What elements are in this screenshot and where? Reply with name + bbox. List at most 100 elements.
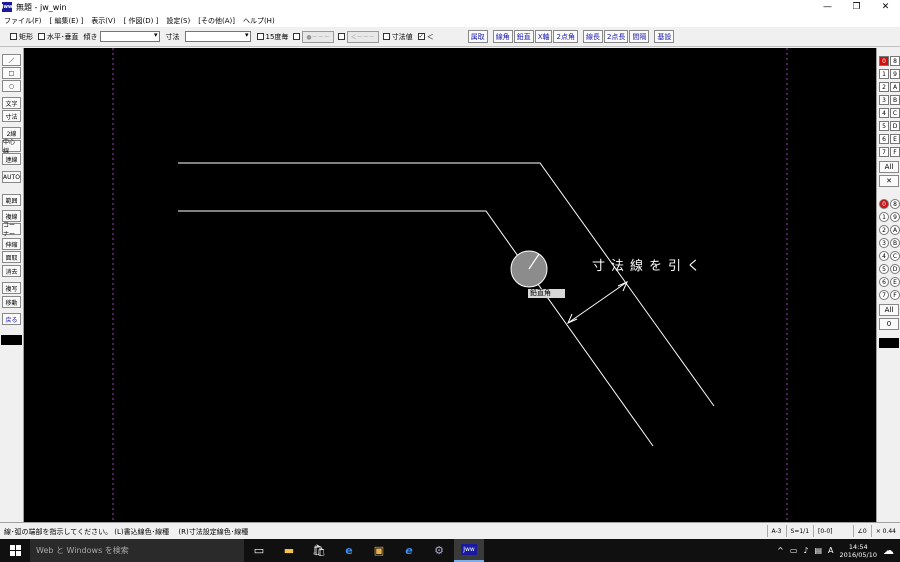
- file-explorer-icon[interactable]: ▬: [274, 539, 304, 562]
- close-button[interactable]: ✕: [871, 0, 900, 14]
- line-type-indicator[interactable]: [1, 335, 22, 345]
- layer-group-button[interactable]: 9: [890, 212, 900, 222]
- tilt-combo[interactable]: [99, 31, 160, 42]
- line-color-indicator[interactable]: [879, 338, 899, 348]
- start-button[interactable]: [0, 539, 30, 562]
- layer-button[interactable]: 3: [879, 95, 889, 105]
- layer-button[interactable]: 1: [879, 69, 889, 79]
- group-zero-button[interactable]: 0: [879, 318, 899, 330]
- rect-checkbox[interactable]: [10, 33, 17, 40]
- layer-button[interactable]: 2: [879, 82, 889, 92]
- text-tool-button[interactable]: 文字: [2, 97, 21, 109]
- volume-icon[interactable]: ♪: [803, 546, 808, 555]
- edge-icon[interactable]: e: [334, 539, 364, 562]
- taskbar-search-box[interactable]: Web と Windows を検索: [30, 539, 244, 562]
- center-line-tool-button[interactable]: 中心線: [2, 139, 21, 155]
- layer-group-button[interactable]: 5: [879, 264, 889, 274]
- layer-group-button[interactable]: 2: [879, 225, 889, 235]
- zoom-field[interactable]: × 0.44: [870, 525, 900, 537]
- line-angle-button[interactable]: 線角: [492, 30, 513, 43]
- layer-group-button[interactable]: 6: [879, 277, 889, 287]
- minimize-button[interactable]: —: [813, 0, 842, 14]
- weather-cloud-icon[interactable]: ☁: [883, 544, 894, 557]
- layer-x-button[interactable]: ✕: [879, 175, 899, 187]
- layer-group-button[interactable]: 1: [879, 212, 889, 222]
- layer-button[interactable]: C: [890, 108, 900, 118]
- group-all-button[interactable]: All: [879, 304, 899, 316]
- layer-group-button[interactable]: A: [890, 225, 900, 235]
- layer-button[interactable]: 7: [879, 147, 889, 157]
- circle-tool-button[interactable]: ○: [2, 80, 21, 92]
- range-select-button[interactable]: 範囲: [2, 194, 21, 206]
- arrow-checkbox[interactable]: [337, 33, 345, 40]
- base-setting-button[interactable]: 基設: [654, 30, 675, 43]
- horizontal-vertical-checkbox[interactable]: [38, 33, 45, 40]
- layer-group-button[interactable]: 3: [879, 238, 889, 248]
- layer-button[interactable]: D: [890, 121, 900, 131]
- ime-indicator[interactable]: A: [828, 546, 833, 555]
- app-settings-icon[interactable]: ⚙: [424, 539, 454, 562]
- task-view-icon[interactable]: ▭: [244, 539, 274, 562]
- layer-button[interactable]: A: [890, 82, 900, 92]
- menu-view[interactable]: 表示(V): [91, 16, 115, 26]
- undo-button[interactable]: 戻る: [2, 313, 21, 325]
- internet-explorer-icon[interactable]: e: [394, 539, 424, 562]
- scale-field[interactable]: S=1/1: [785, 525, 814, 537]
- menu-edit[interactable]: [ 編集(E) ]: [50, 16, 84, 26]
- dimension-value-checkbox[interactable]: [382, 33, 390, 40]
- vertical-angle-button[interactable]: 鉛直: [513, 30, 534, 43]
- stretch-tool-button[interactable]: 伸縮: [2, 238, 21, 250]
- layer-group-button[interactable]: C: [890, 251, 900, 261]
- layer-button[interactable]: E: [890, 134, 900, 144]
- layer-button[interactable]: F: [890, 147, 900, 157]
- layer-field[interactable]: [0-0]: [813, 525, 836, 537]
- arrow-button[interactable]: ＜－－－: [346, 30, 379, 43]
- line-length-button[interactable]: 線長: [582, 30, 603, 43]
- auto-mode-button[interactable]: AUTO: [2, 171, 21, 183]
- line-tool-button[interactable]: ／: [2, 54, 21, 66]
- layer-group-button[interactable]: 0: [879, 199, 889, 209]
- network-icon[interactable]: ▭: [790, 546, 798, 555]
- two-point-angle-button[interactable]: 2点角: [553, 30, 578, 43]
- layer-button[interactable]: 9: [890, 69, 900, 79]
- layer-group-button[interactable]: 4: [879, 251, 889, 261]
- erase-tool-button[interactable]: 消去: [2, 265, 21, 277]
- menu-draw[interactable]: [ 作図(D) ]: [124, 16, 159, 26]
- notification-icon[interactable]: ▤: [814, 546, 822, 555]
- menu-other[interactable]: [その他(A)]: [198, 16, 235, 26]
- deg15-checkbox[interactable]: [256, 33, 264, 40]
- jww-taskbar-icon[interactable]: Jww: [454, 539, 484, 562]
- layer-button[interactable]: B: [890, 95, 900, 105]
- layer-button[interactable]: 5: [879, 121, 889, 131]
- layer-group-button[interactable]: 8: [890, 199, 900, 209]
- restore-button[interactable]: ❐: [842, 0, 871, 14]
- dimension-combo[interactable]: [184, 31, 251, 42]
- dimension-tool-button[interactable]: 寸法: [2, 110, 21, 122]
- continuous-line-tool-button[interactable]: 連線: [2, 153, 21, 165]
- dot-checkbox[interactable]: [293, 33, 301, 40]
- tray-chevron-icon[interactable]: ^: [777, 546, 784, 555]
- taskbar-clock[interactable]: 14:54 2016/05/10: [840, 543, 877, 559]
- layer-group-button[interactable]: B: [890, 238, 900, 248]
- interval-button[interactable]: 間隔: [629, 30, 650, 43]
- menu-file[interactable]: ファイル(F): [4, 16, 42, 26]
- lt-checkbox[interactable]: ✓: [417, 33, 425, 40]
- menu-settings[interactable]: 設定(S): [166, 16, 190, 26]
- move-tool-button[interactable]: 移動: [2, 296, 21, 308]
- copy-tool-button[interactable]: 複写: [2, 282, 21, 294]
- layer-button[interactable]: 4: [879, 108, 889, 118]
- media-player-icon[interactable]: ▣: [364, 539, 394, 562]
- store-icon[interactable]: 🛍: [304, 539, 334, 562]
- x-axis-button[interactable]: X軸: [534, 30, 553, 43]
- rectangle-tool-button[interactable]: □: [2, 67, 21, 79]
- paper-size-field[interactable]: A-3: [766, 525, 786, 537]
- layer-group-button[interactable]: F: [890, 290, 900, 300]
- angle-field[interactable]: ∠0: [852, 525, 871, 537]
- layer-button[interactable]: 8: [890, 56, 900, 66]
- drawing-canvas[interactable]: 寸法線を引く 鉛直角: [24, 48, 876, 522]
- layer-group-button[interactable]: E: [890, 277, 900, 287]
- chamfer-tool-button[interactable]: 面取: [2, 251, 21, 263]
- menu-help[interactable]: ヘルプ(H): [243, 16, 275, 26]
- layer-button[interactable]: 0: [879, 56, 889, 66]
- corner-tool-button[interactable]: コーナー: [2, 222, 21, 238]
